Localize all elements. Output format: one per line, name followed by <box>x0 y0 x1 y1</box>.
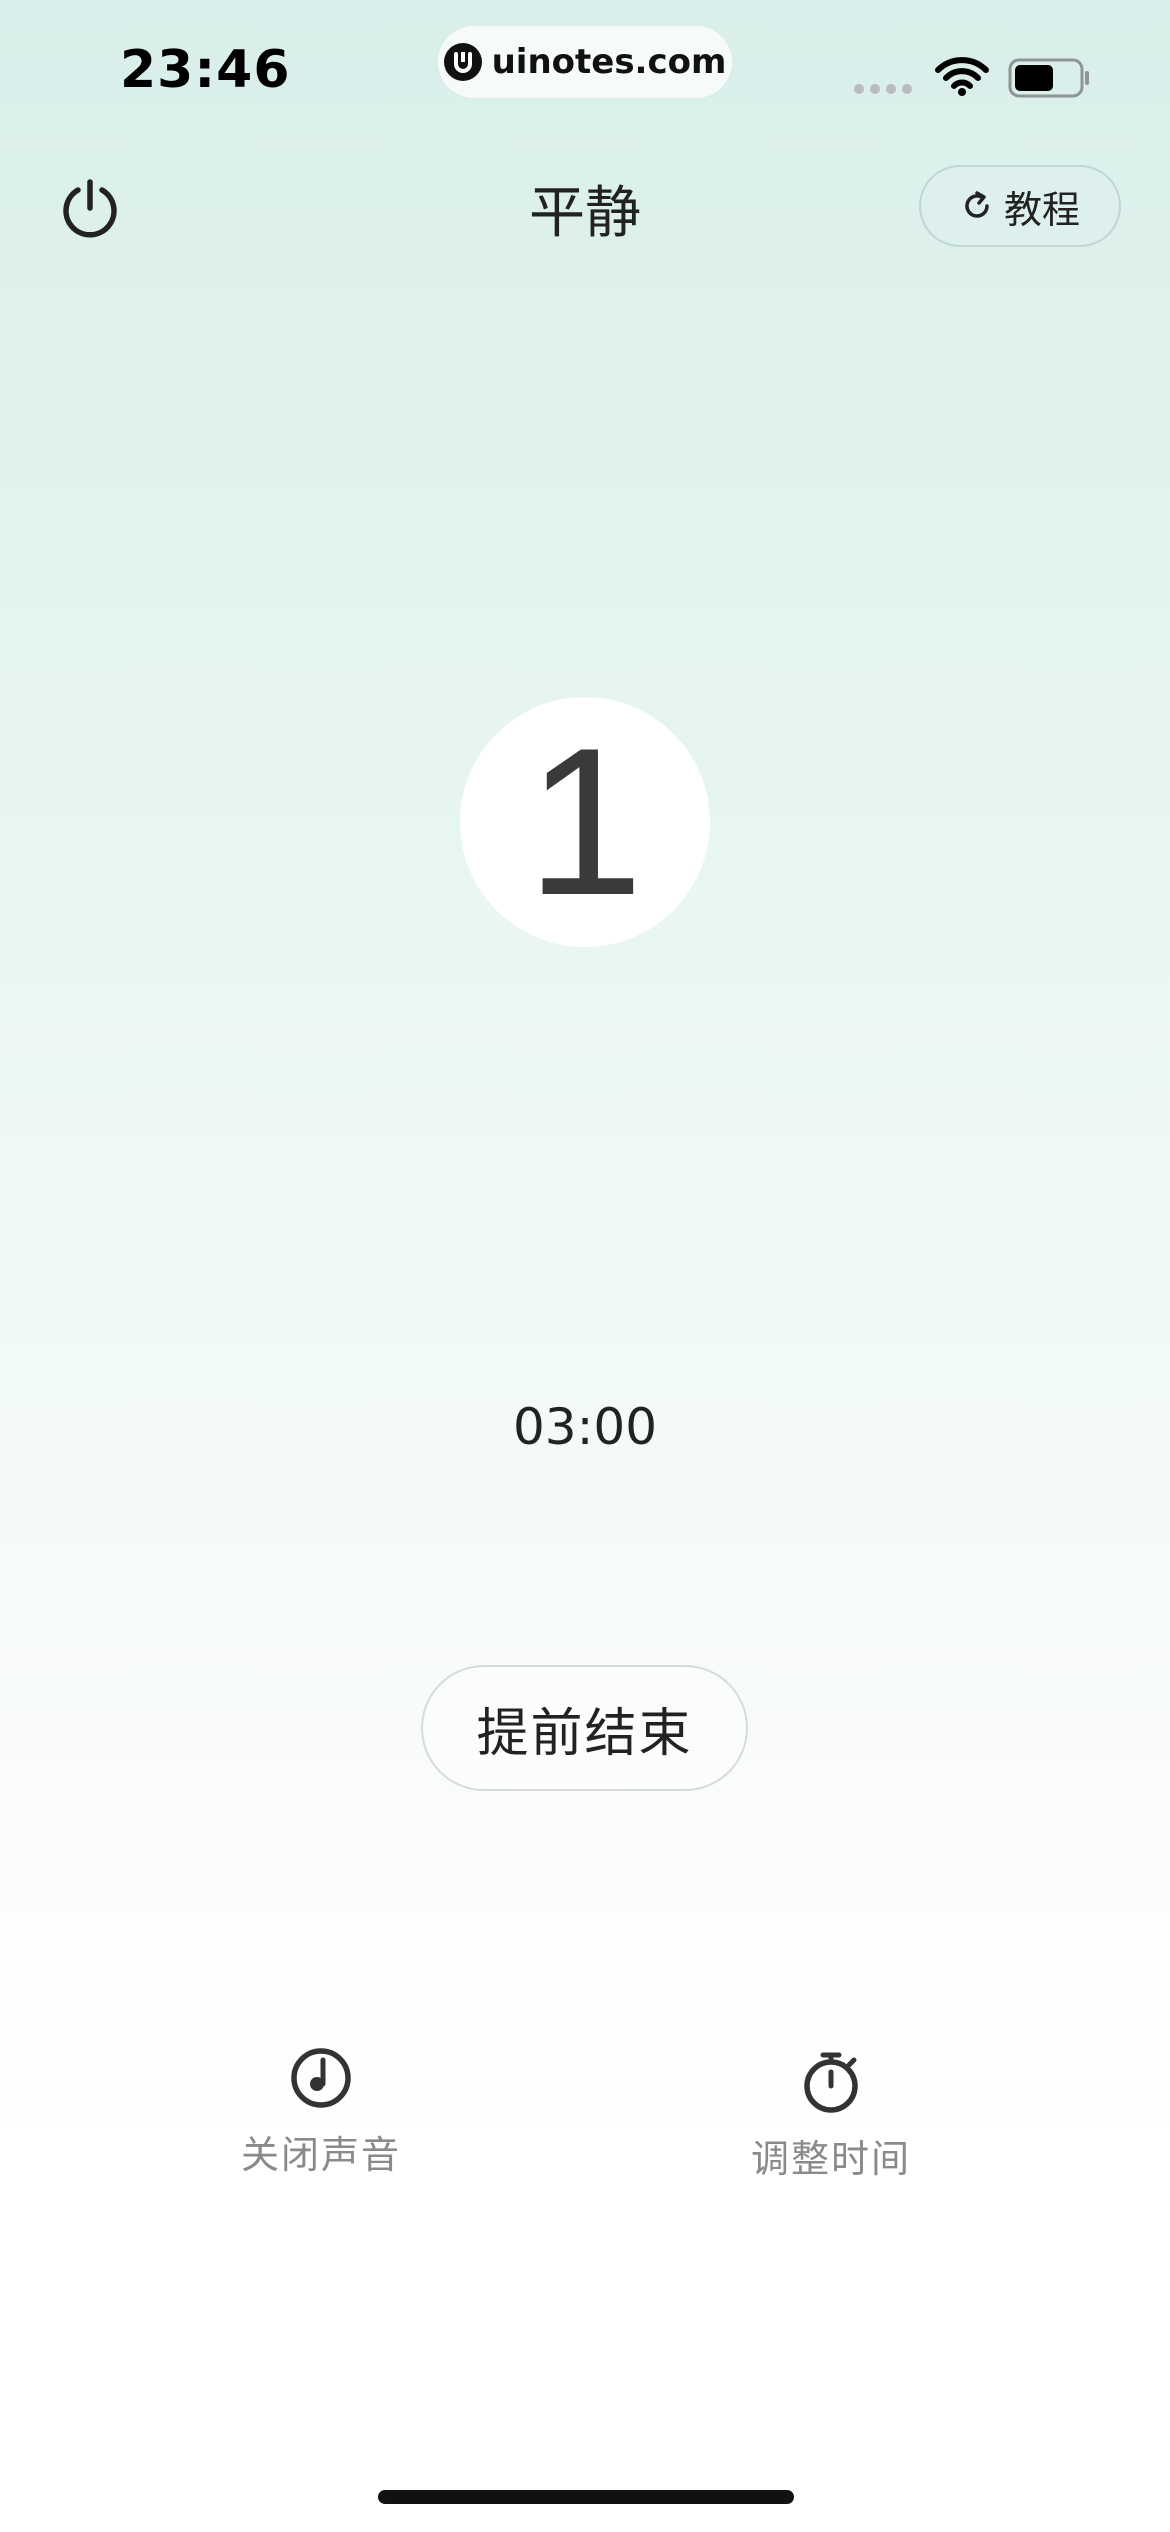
power-button[interactable] <box>58 176 122 240</box>
url-text: uinotes.com <box>491 42 727 82</box>
end-early-button[interactable]: 提前结束 <box>421 1665 748 1791</box>
stopwatch-icon <box>804 2052 858 2113</box>
breath-counter-circle: 1 <box>460 697 710 947</box>
mute-sound-label: 关闭声音 <box>240 2133 401 2177</box>
status-time: 23:46 <box>120 40 291 100</box>
countdown-timer: 03:00 <box>512 1398 658 1456</box>
site-logo-icon <box>443 43 482 81</box>
end-early-label: 提前结束 <box>476 1703 693 1764</box>
battery-icon <box>1008 58 1092 102</box>
refresh-icon <box>965 191 989 218</box>
mute-sound-button[interactable]: 关闭声音 <box>191 2046 451 2179</box>
wifi-icon <box>934 56 990 100</box>
music-note-icon <box>291 2048 351 2108</box>
tutorial-label: 教程 <box>1003 187 1080 232</box>
page-title: 平静 <box>529 181 641 246</box>
url-pill[interactable]: uinotes.com <box>438 26 732 98</box>
adjust-time-label: 调整时间 <box>750 2137 911 2181</box>
breath-count: 1 <box>526 704 644 939</box>
cellular-signal-icon <box>854 84 912 94</box>
adjust-time-button[interactable]: 调整时间 <box>701 2050 961 2183</box>
tutorial-button[interactable]: 教程 <box>919 165 1121 247</box>
power-icon <box>63 179 117 238</box>
home-indicator[interactable] <box>378 2490 794 2504</box>
